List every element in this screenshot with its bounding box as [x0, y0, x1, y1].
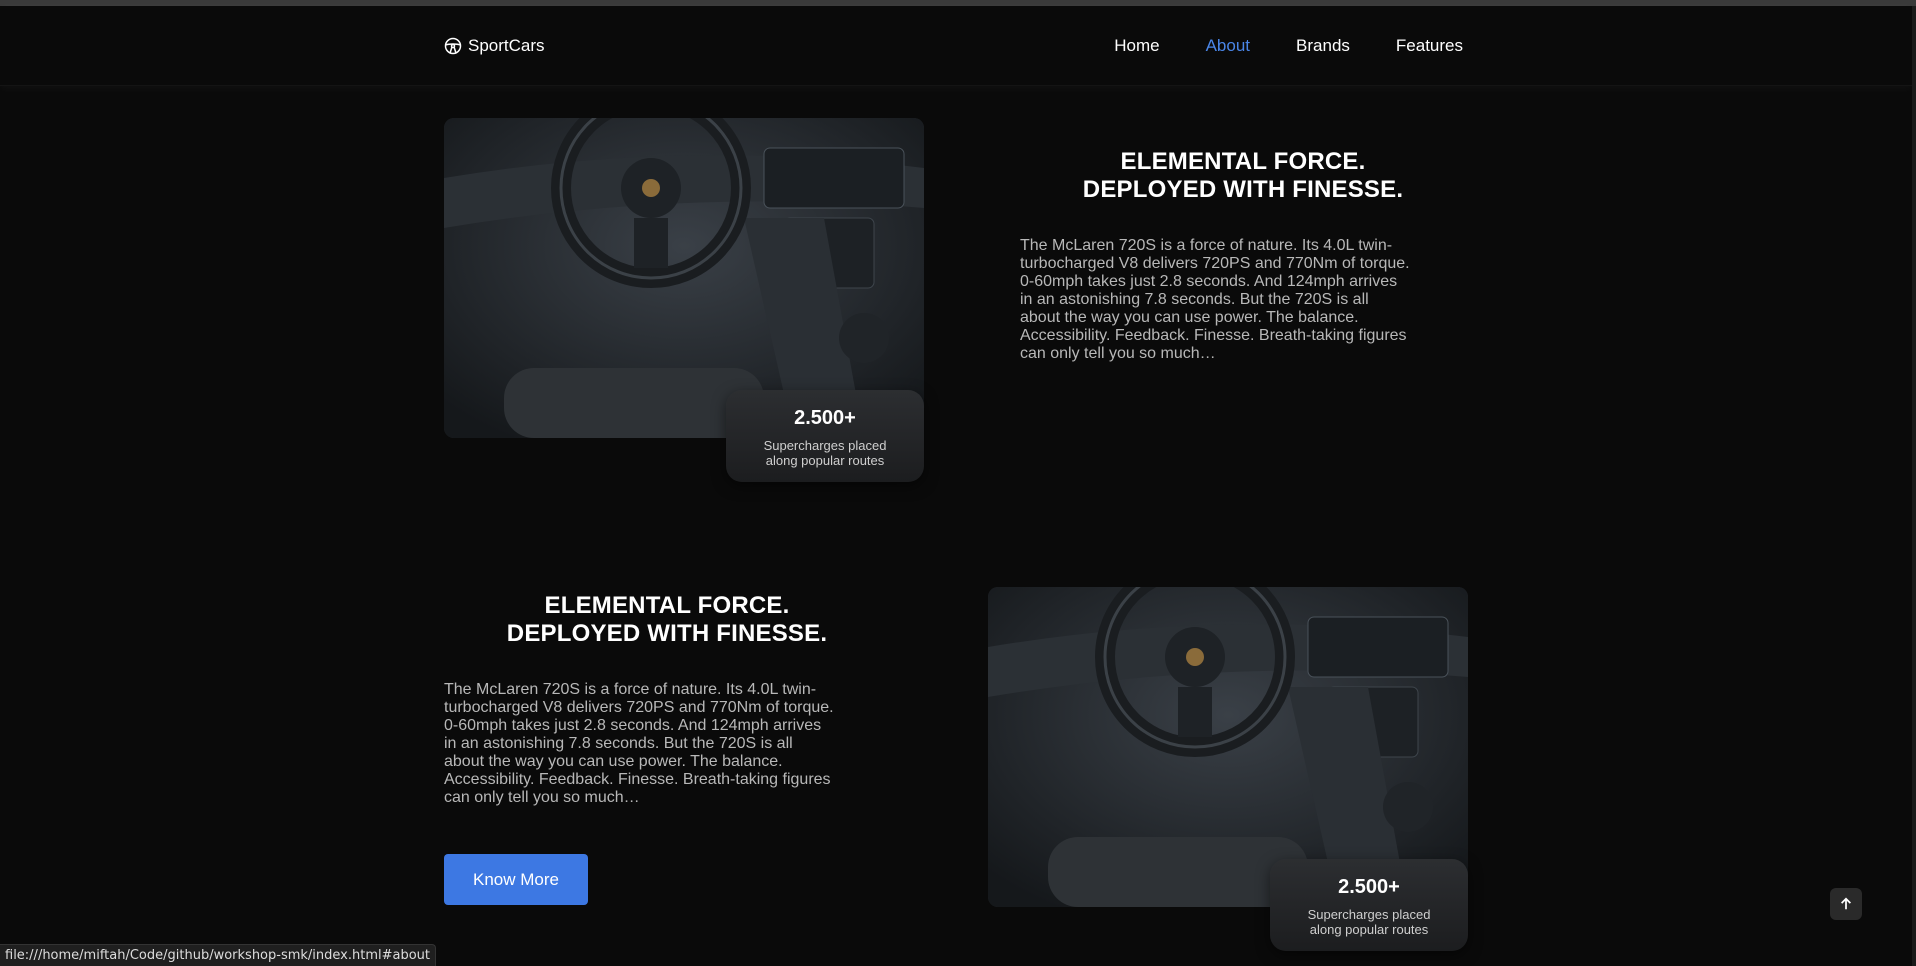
brand-name: SportCars	[468, 36, 545, 55]
arrow-up-icon	[1841, 897, 1851, 910]
section-body-text: The McLaren 720S is a force of nature. I…	[444, 681, 834, 806]
steering-wheel-icon	[444, 37, 462, 55]
brand-logo-link[interactable]: SportCars	[444, 36, 545, 56]
stat-caption-line1: Supercharges placed	[763, 438, 887, 453]
page-scrollbar[interactable]	[1912, 6, 1916, 966]
stat-card: 2.500+ Supercharges placed along popular…	[726, 390, 924, 482]
stat-caption: Supercharges placed along popular routes	[1270, 907, 1468, 937]
heading-line1: ELEMENTAL FORCE.	[544, 592, 790, 619]
stat-caption: Supercharges placed along popular routes	[726, 438, 924, 468]
nav-link-brands[interactable]: Brands	[1296, 36, 1350, 56]
stat-caption-line2: along popular routes	[1309, 922, 1429, 937]
back-to-top-button[interactable]	[1830, 888, 1862, 920]
nav-link-features[interactable]: Features	[1396, 36, 1463, 56]
stat-value: 2.500+	[794, 407, 856, 429]
section-heading: ELEMENTAL FORCE. DEPLOYED WITH FINESSE.	[467, 592, 867, 648]
main-nav: Home About Brands Features	[1114, 36, 1463, 56]
section-body-text: The McLaren 720S is a force of nature. I…	[1020, 237, 1410, 362]
status-bar-url: file:///home/miftah/Code/github/workshop…	[0, 944, 437, 966]
nav-link-about[interactable]: About	[1206, 36, 1250, 56]
stat-card: 2.500+ Supercharges placed along popular…	[1270, 859, 1468, 951]
nav-link-home[interactable]: Home	[1114, 36, 1159, 56]
stat-caption-line1: Supercharges placed	[1307, 907, 1431, 922]
stat-caption-line2: along popular routes	[765, 453, 885, 468]
heading-line1: ELEMENTAL FORCE.	[1120, 148, 1366, 175]
heading-line2: DEPLOYED WITH FINESSE.	[1082, 176, 1404, 203]
section-heading: ELEMENTAL FORCE. DEPLOYED WITH FINESSE.	[1043, 148, 1443, 204]
stat-value: 2.500+	[1338, 876, 1400, 898]
heading-line2: DEPLOYED WITH FINESSE.	[506, 620, 828, 647]
know-more-button[interactable]: Know More	[444, 854, 588, 905]
navbar: SportCars Home About Brands Features	[0, 6, 1912, 86]
